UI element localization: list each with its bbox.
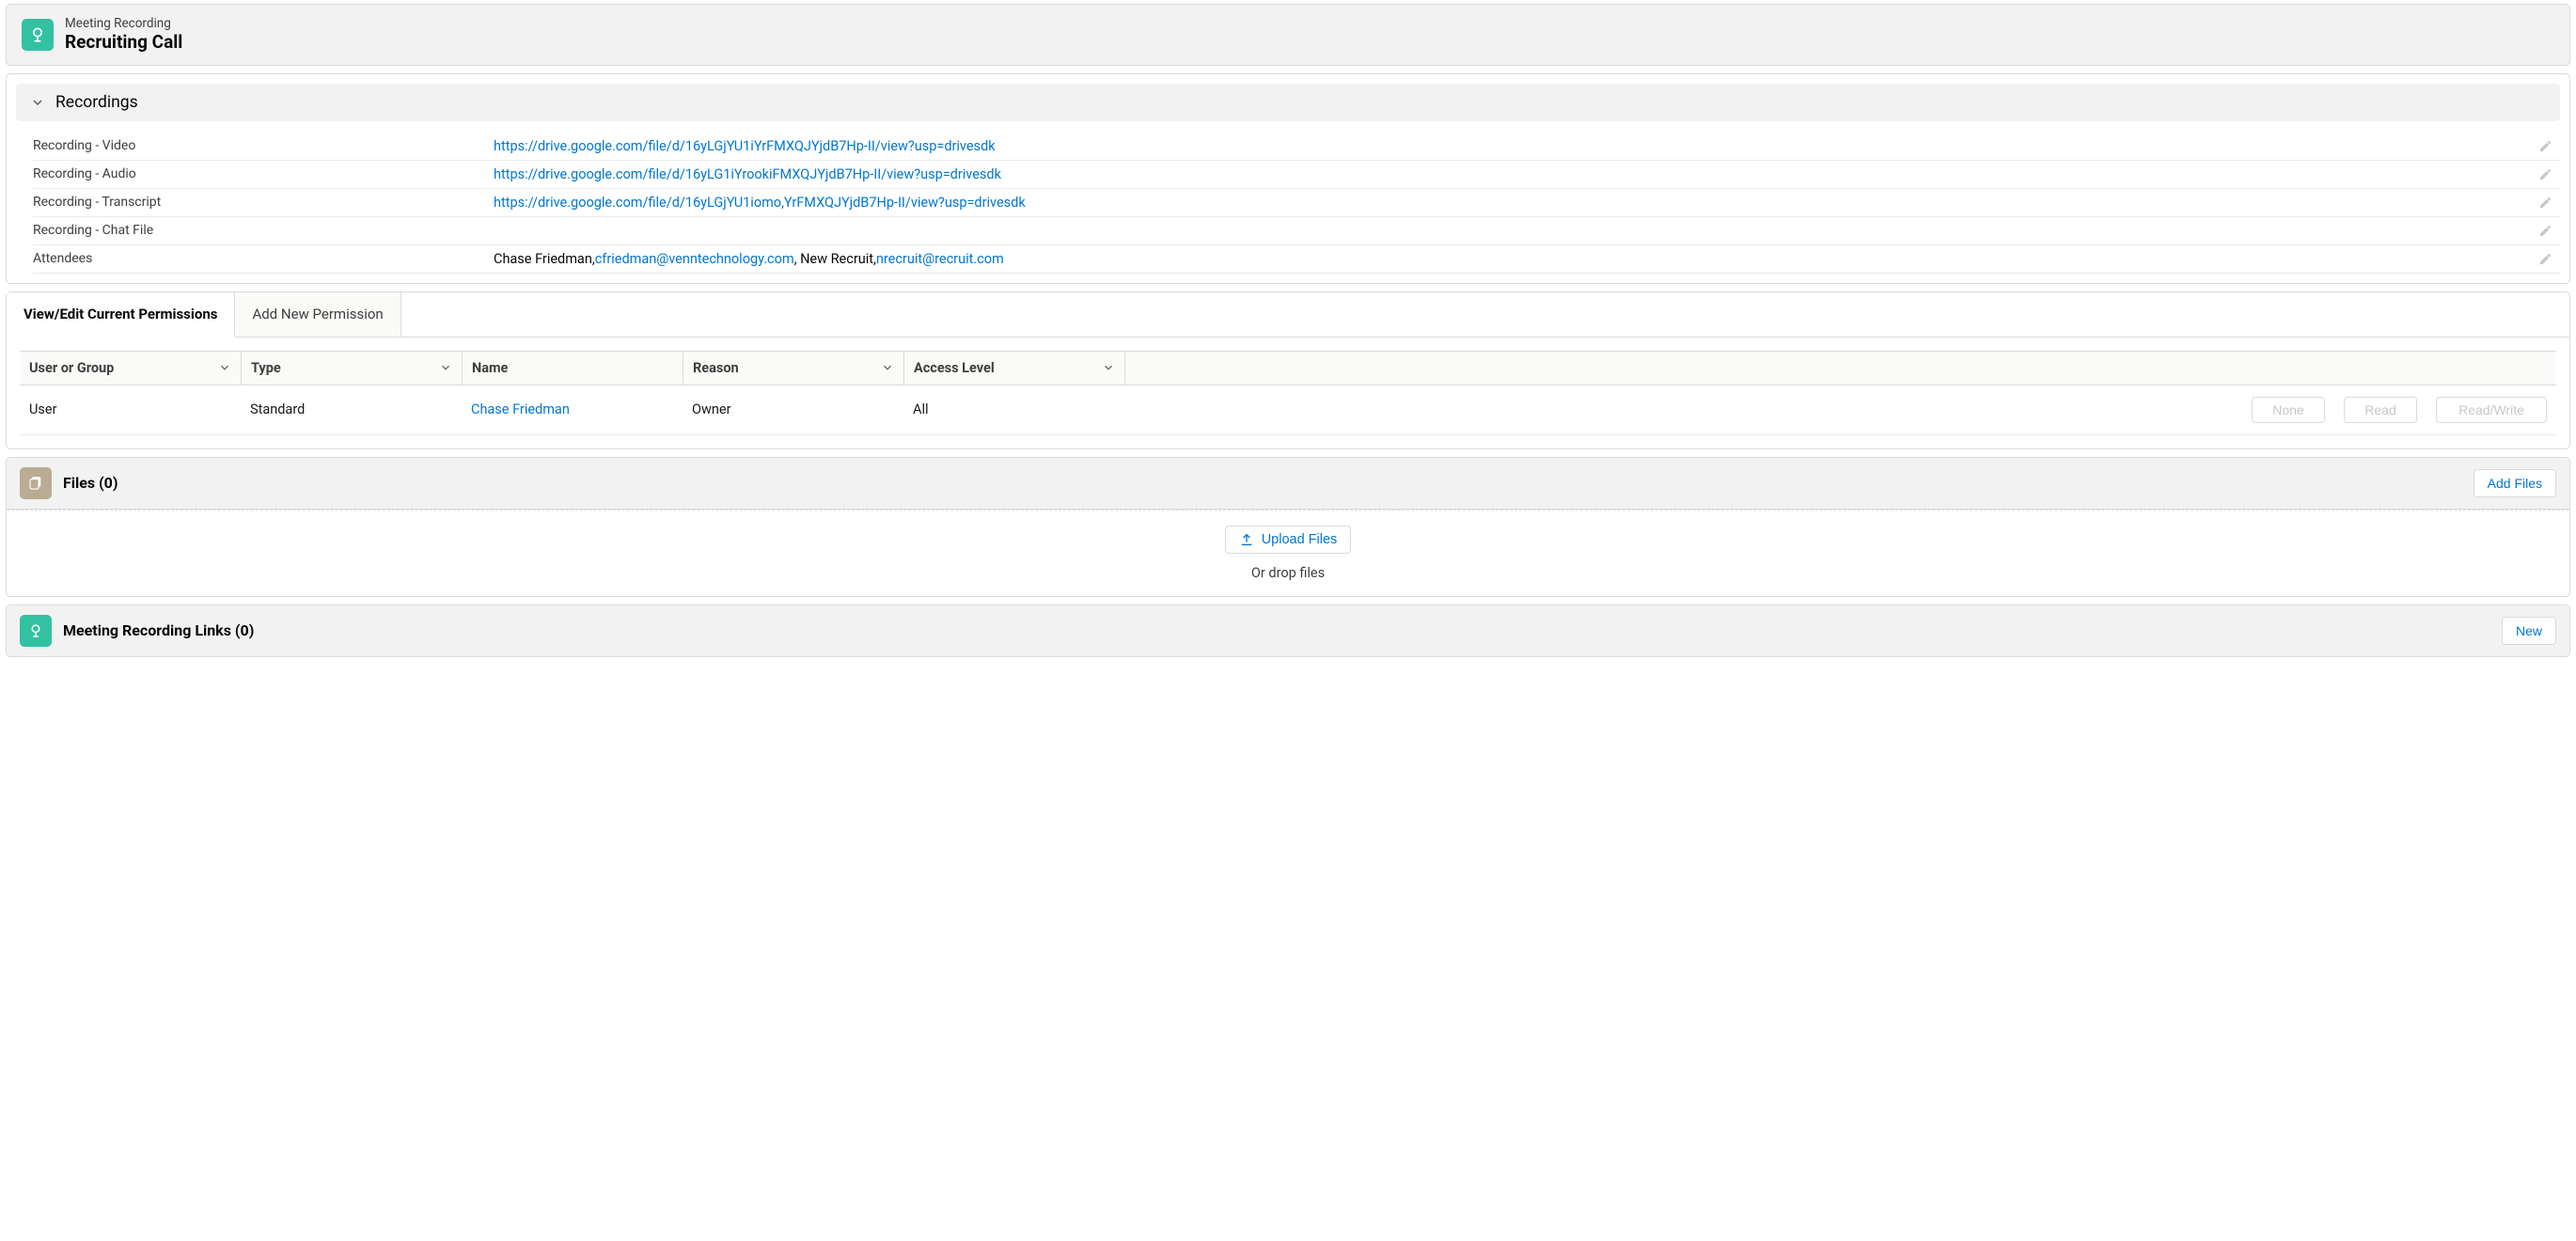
files-card: Files (0) Add Files Upload Files Or drop… [6, 457, 2570, 597]
permissions-table: User or Group Type Name Reason Access Le… [20, 351, 2556, 435]
links-card-header: Meeting Recording Links (0) New [7, 605, 2569, 656]
meeting-recording-links-card: Meeting Recording Links (0) New [6, 605, 2570, 657]
files-dropzone[interactable]: Upload Files Or drop files [7, 510, 2569, 596]
tab-view-edit-permissions[interactable]: View/Edit Current Permissions [7, 292, 235, 338]
column-label: Type [251, 360, 281, 376]
edit-icon[interactable] [2530, 139, 2560, 153]
recording-chatfile-row: Recording - Chat File [33, 217, 2560, 245]
recording-audio-link[interactable]: https://drive.google.com/file/d/16yLG1iY… [494, 166, 1001, 182]
permissions-panel: View/Edit Current Permissions Add New Pe… [6, 291, 2570, 449]
recording-video-row: Recording - Video https://drive.google.c… [33, 133, 2560, 161]
chevron-down-icon [1102, 361, 1115, 374]
tab-add-new-permission[interactable]: Add New Permission [235, 292, 401, 337]
header-eyebrow: Meeting Recording [65, 16, 182, 31]
table-row: User Standard Chase Friedman Owner All N… [20, 385, 2556, 435]
recordings-list: Recording - Video https://drive.google.c… [7, 131, 2569, 283]
cell-user-or-group: User [20, 385, 241, 434]
files-card-header: Files (0) Add Files [7, 458, 2569, 510]
chevron-down-icon [218, 361, 231, 374]
attendee-text: , New Recruit, [794, 251, 876, 267]
meeting-recording-links-icon [20, 615, 52, 647]
field-value: https://drive.google.com/file/d/16yLGjYU… [494, 138, 2530, 154]
upload-files-label: Upload Files [1262, 532, 1338, 547]
meeting-recording-icon [22, 19, 54, 51]
chevron-down-icon[interactable] [29, 94, 46, 111]
attendees-row: Attendees Chase Friedman, cfriedman@venn… [33, 245, 2560, 274]
column-label: Reason [693, 360, 739, 376]
upload-files-button[interactable]: Upload Files [1225, 526, 1352, 554]
table-header-row: User or Group Type Name Reason Access Le… [20, 351, 2556, 385]
files-title: Files (0) [63, 474, 118, 492]
page-header: Meeting Recording Recruiting Call [6, 4, 2570, 66]
field-label: Recording - Audio [33, 166, 494, 181]
field-label: Recording - Chat File [33, 223, 494, 238]
recording-transcript-row: Recording - Transcript https://drive.goo… [33, 189, 2560, 217]
attendee-text: Chase Friedman, [494, 251, 595, 267]
column-actions [1124, 352, 2556, 385]
column-name[interactable]: Name [462, 352, 683, 385]
field-value: https://drive.google.com/file/d/16yLGjYU… [494, 195, 2530, 211]
attendee-email-link[interactable]: cfriedman@venntechnology.com [595, 251, 794, 267]
files-icon [20, 467, 52, 499]
chevron-down-icon [881, 361, 894, 374]
page-title: Recruiting Call [65, 31, 182, 54]
cell-name: Chase Friedman [462, 385, 683, 434]
recording-audio-row: Recording - Audio https://drive.google.c… [33, 161, 2560, 189]
recordings-section-header[interactable]: Recordings [16, 84, 2560, 121]
column-label: Access Level [914, 360, 995, 376]
permission-none-button[interactable]: None [2252, 397, 2325, 423]
cell-type: Standard [241, 385, 462, 434]
column-label: User or Group [29, 360, 114, 376]
column-access-level[interactable]: Access Level [903, 352, 1124, 385]
permissions-tabs: View/Edit Current Permissions Add New Pe… [7, 292, 2569, 338]
edit-icon[interactable] [2530, 224, 2560, 238]
column-reason[interactable]: Reason [683, 352, 903, 385]
cell-actions: None Read Read/Write [1124, 385, 2556, 434]
chevron-down-icon [439, 361, 452, 374]
header-titles: Meeting Recording Recruiting Call [65, 16, 182, 54]
recordings-panel: Recordings Recording - Video https://dri… [6, 73, 2570, 284]
cell-access-level: All [903, 385, 1124, 434]
recordings-title: Recordings [55, 93, 138, 112]
edit-icon[interactable] [2530, 196, 2560, 210]
links-title: Meeting Recording Links (0) [63, 621, 254, 639]
attendees-value: Chase Friedman, cfriedman@venntechnology… [494, 251, 2530, 267]
edit-icon[interactable] [2530, 252, 2560, 266]
permission-read-button[interactable]: Read [2344, 397, 2417, 423]
field-value: https://drive.google.com/file/d/16yLG1iY… [494, 166, 2530, 182]
field-label: Attendees [33, 251, 494, 266]
add-files-button[interactable]: Add Files [2474, 469, 2556, 497]
edit-icon[interactable] [2530, 167, 2560, 181]
permission-read-write-button[interactable]: Read/Write [2436, 397, 2547, 423]
drop-files-text: Or drop files [1251, 565, 1325, 581]
field-label: Recording - Video [33, 138, 494, 153]
recording-video-link[interactable]: https://drive.google.com/file/d/16yLGjYU… [494, 138, 996, 154]
permission-name-link[interactable]: Chase Friedman [471, 401, 570, 417]
column-type[interactable]: Type [241, 352, 462, 385]
recording-transcript-link[interactable]: https://drive.google.com/file/d/16yLGjYU… [494, 195, 1026, 211]
attendee-email-link[interactable]: nrecruit@recruit.com [876, 251, 1004, 267]
new-link-button[interactable]: New [2502, 617, 2556, 645]
upload-icon [1239, 532, 1254, 547]
column-user-or-group[interactable]: User or Group [20, 352, 241, 385]
cell-reason: Owner [683, 385, 903, 434]
column-label: Name [472, 360, 508, 376]
field-label: Recording - Transcript [33, 195, 494, 210]
